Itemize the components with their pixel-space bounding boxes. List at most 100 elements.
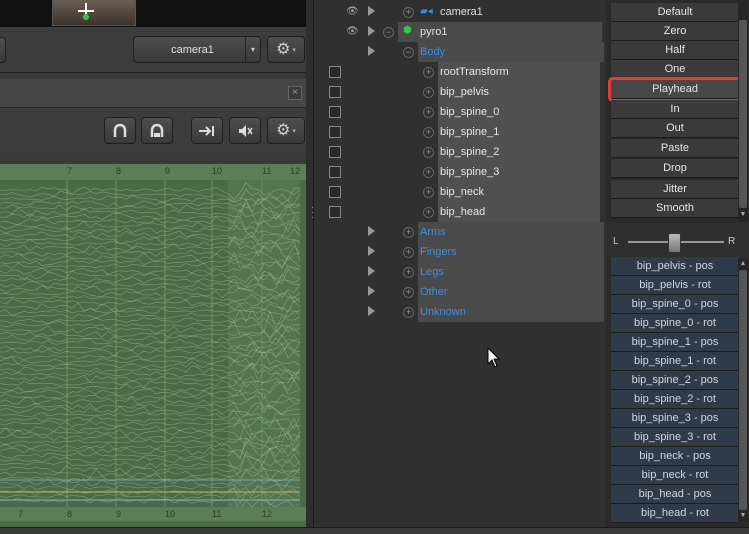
scrollbar-thumb[interactable]: [739, 270, 747, 510]
play-triangle-icon[interactable]: [368, 46, 375, 56]
bone-checkbox[interactable]: [329, 166, 341, 178]
preset-paste-button[interactable]: Paste: [611, 139, 739, 158]
toolbar-button-partial[interactable]: [0, 37, 6, 63]
play-triangle-icon[interactable]: [368, 246, 375, 256]
preset-playhead-button[interactable]: Playhead: [611, 80, 739, 99]
balance-slider-handle[interactable]: [668, 233, 681, 253]
preset-in-button[interactable]: In: [611, 100, 739, 119]
play-triangle-icon[interactable]: [368, 266, 375, 276]
channel-item[interactable]: bip_neck - rot: [611, 466, 739, 485]
scroll-down-icon[interactable]: ▼: [738, 511, 748, 521]
play-triangle-icon[interactable]: [368, 286, 375, 296]
channel-item[interactable]: bip_head - rot: [611, 504, 739, 523]
tree-row-bone[interactable]: + bip_spine_0: [314, 102, 604, 122]
preset-zero-button[interactable]: Zero: [611, 22, 739, 41]
collapse-icon[interactable]: −: [403, 47, 414, 58]
tree-row-bone[interactable]: + rootTransform: [314, 62, 604, 82]
tree-row-body[interactable]: − Body: [314, 42, 604, 62]
expand-icon[interactable]: +: [423, 67, 434, 78]
expand-icon[interactable]: +: [403, 7, 414, 18]
snap-magnet-frame-button[interactable]: [141, 117, 173, 144]
preset-scrollbar[interactable]: ▼: [738, 0, 748, 222]
tree-row-bone[interactable]: + bip_pelvis: [314, 82, 604, 102]
bone-checkbox[interactable]: [329, 186, 341, 198]
channel-item[interactable]: bip_spine_2 - rot: [611, 390, 739, 409]
channel-item[interactable]: bip_spine_1 - pos: [611, 333, 739, 352]
eye-icon[interactable]: 👁: [346, 26, 359, 38]
step-to-end-button[interactable]: [191, 117, 223, 144]
play-triangle-icon[interactable]: [368, 26, 375, 36]
tree-row-bone[interactable]: + bip_spine_3: [314, 162, 604, 182]
chevron-down-icon: ▾: [245, 37, 260, 62]
preset-half-button[interactable]: Half: [611, 41, 739, 60]
time-ruler-bottom: 7 8 9 10 11 12: [0, 507, 306, 521]
expand-icon[interactable]: +: [423, 107, 434, 118]
play-triangle-icon[interactable]: [368, 226, 375, 236]
bone-checkbox[interactable]: [329, 146, 341, 158]
expand-icon[interactable]: +: [403, 227, 414, 238]
expand-icon[interactable]: +: [423, 147, 434, 158]
tree-row-group[interactable]: + Unknown: [314, 302, 604, 322]
preset-default-button[interactable]: Default: [611, 3, 739, 22]
tree-row-bone[interactable]: + bip_spine_2: [314, 142, 604, 162]
viewport-thumbnail[interactable]: [52, 0, 136, 26]
tree-row-group[interactable]: + Fingers: [314, 242, 604, 262]
channel-item[interactable]: bip_spine_3 - pos: [611, 409, 739, 428]
tree-row-group[interactable]: + Legs: [314, 262, 604, 282]
snap-magnet-button[interactable]: [104, 117, 136, 144]
channel-item[interactable]: bip_head - pos: [611, 485, 739, 504]
bone-checkbox[interactable]: [329, 206, 341, 218]
play-triangle-icon[interactable]: [368, 6, 375, 16]
expand-icon[interactable]: +: [423, 207, 434, 218]
collapse-icon[interactable]: −: [383, 27, 394, 38]
channel-item[interactable]: bip_spine_0 - pos: [611, 295, 739, 314]
preset-jitter-button[interactable]: Jitter: [611, 180, 739, 199]
expand-icon[interactable]: +: [423, 187, 434, 198]
expand-icon[interactable]: +: [403, 247, 414, 258]
bone-checkbox[interactable]: [329, 126, 341, 138]
panel-splitter[interactable]: [306, 0, 313, 533]
tree-row-group[interactable]: + Arms: [314, 222, 604, 242]
play-triangle-icon[interactable]: [368, 306, 375, 316]
eye-icon[interactable]: 👁: [346, 6, 359, 18]
expand-icon[interactable]: +: [423, 127, 434, 138]
graph-settings-button[interactable]: ⚙ ▾: [267, 117, 305, 144]
bone-checkbox[interactable]: [329, 106, 341, 118]
tree-row-bone[interactable]: + bip_head: [314, 202, 604, 222]
tree-row-camera1[interactable]: 👁 + ▰◂ camera1: [314, 2, 604, 22]
tree-label-bone: bip_spine_0: [438, 102, 600, 122]
mute-button[interactable]: [229, 117, 261, 144]
scroll-up-icon[interactable]: ▲: [738, 259, 748, 269]
bone-checkbox[interactable]: [329, 86, 341, 98]
time-ruler[interactable]: 7 8 9 10 11 12: [0, 164, 306, 180]
channel-item[interactable]: bip_spine_0 - rot: [611, 314, 739, 333]
preset-smooth-button[interactable]: Smooth: [611, 199, 739, 218]
tree-row-bone[interactable]: + bip_spine_1: [314, 122, 604, 142]
preset-out-button[interactable]: Out: [611, 119, 739, 138]
bone-checkbox[interactable]: [329, 66, 341, 78]
expand-icon[interactable]: +: [423, 87, 434, 98]
tree-row-pyro1[interactable]: 👁 − ⬢ pyro1: [314, 22, 604, 42]
channel-item[interactable]: bip_spine_2 - pos: [611, 371, 739, 390]
scroll-down-icon[interactable]: ▼: [738, 210, 748, 220]
viewport-settings-button[interactable]: ⚙ ▾: [267, 36, 305, 63]
preset-drop-button[interactable]: Drop: [611, 159, 739, 178]
channel-scrollbar[interactable]: ▲ ▼: [738, 258, 748, 523]
channel-item[interactable]: bip_neck - pos: [611, 447, 739, 466]
expand-icon[interactable]: +: [403, 307, 414, 318]
expand-icon[interactable]: +: [403, 287, 414, 298]
camera-dropdown[interactable]: camera1 ▾: [133, 36, 261, 63]
channel-item[interactable]: bip_spine_1 - rot: [611, 352, 739, 371]
channel-item[interactable]: bip_pelvis - pos: [611, 257, 739, 276]
animation-curves[interactable]: [0, 180, 306, 521]
tree-row-bone[interactable]: + bip_neck: [314, 182, 604, 202]
channel-item[interactable]: bip_pelvis - rot: [611, 276, 739, 295]
preset-one-button[interactable]: One: [611, 60, 739, 79]
expand-icon[interactable]: +: [403, 267, 414, 278]
scrollbar-thumb[interactable]: [739, 20, 747, 208]
tree-row-group[interactable]: + Other: [314, 282, 604, 302]
close-icon[interactable]: ×: [288, 86, 302, 100]
curve-graph[interactable]: 7 8 9 10 11 12 7 8 9 10 11 12: [0, 164, 306, 529]
channel-item[interactable]: bip_spine_3 - rot: [611, 428, 739, 447]
expand-icon[interactable]: +: [423, 167, 434, 178]
